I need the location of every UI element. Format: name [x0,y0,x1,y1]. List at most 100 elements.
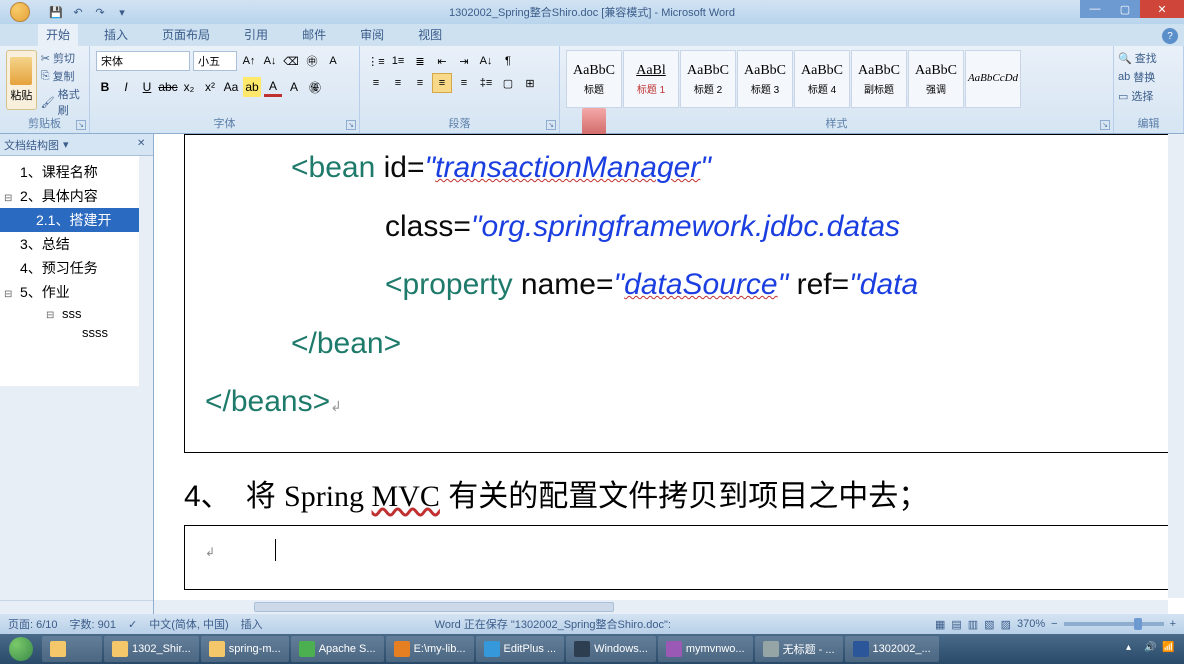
char-shading-button[interactable]: A [285,77,303,97]
taskbar-item[interactable]: Apache S... [291,636,384,662]
collapse-icon[interactable]: ⊟ [46,310,58,321]
help-icon[interactable]: ? [1162,28,1178,44]
view-draft-icon[interactable]: ▨ [1001,618,1011,631]
char-border-icon[interactable]: A [324,51,342,71]
font-launcher[interactable]: ↘ [346,120,356,130]
align-center-button[interactable]: ≡ [388,73,408,93]
taskbar-item[interactable]: 1302002_... [845,636,939,662]
nav-item[interactable]: 3、总结 [0,232,153,256]
line-spacing-button[interactable]: ‡≡ [476,73,496,93]
multilevel-button[interactable]: ≣ [410,51,430,71]
style-item[interactable]: AaBbC副标题 [851,50,907,108]
sort-button[interactable]: A↓ [476,51,496,71]
office-button[interactable] [2,0,40,24]
find-button[interactable]: 🔍查找 [1118,50,1179,66]
style-item[interactable]: AaBbC标题 2 [680,50,736,108]
collapse-icon[interactable]: ⊟ [4,289,16,300]
view-print-layout-icon[interactable]: ▦ [935,618,945,631]
doc-hscrollbar[interactable] [154,600,1168,614]
nav-item[interactable]: ⊟5、作业 [0,280,153,304]
bullets-button[interactable]: ⋮≡ [366,51,386,71]
nav-close-button[interactable]: ✕ [137,138,149,150]
superscript-button[interactable]: x² [201,77,219,97]
styles-gallery[interactable]: AaBbC标题 AaBl标题 1 AaBbC标题 2 AaBbC标题 3 AaB… [566,50,1021,108]
inc-indent-button[interactable]: ⇥ [454,51,474,71]
qat-customize-icon[interactable]: ▾ [114,4,130,20]
nav-vscrollbar[interactable] [139,156,153,386]
align-left-button[interactable]: ≡ [366,73,386,93]
view-outline-icon[interactable]: ▧ [984,618,994,631]
font-name-input[interactable] [96,51,190,71]
taskbar-item[interactable]: EditPlus ... [476,636,565,662]
tab-insert[interactable]: 插入 [96,23,136,46]
view-reading-icon[interactable]: ▤ [951,618,961,631]
code-block-empty[interactable]: ↲ [184,525,1184,590]
numbering-button[interactable]: 1≡ [388,51,408,71]
italic-button[interactable]: I [117,77,135,97]
change-case-button[interactable]: Aa [222,77,240,97]
taskbar-item[interactable]: 1302_Shir... [104,636,199,662]
insert-mode[interactable]: 插入 [241,616,263,632]
phonetic-icon[interactable]: ㊥ [303,51,321,71]
page-status[interactable]: 页面: 6/10 [8,616,58,632]
start-button[interactable] [2,635,40,663]
cut-button[interactable]: ✂剪切 [41,50,83,66]
styles-launcher[interactable]: ↘ [1100,120,1110,130]
underline-button[interactable]: U [138,77,156,97]
nav-item[interactable]: 2.1、搭建开 [0,208,153,232]
code-block[interactable]: <bean id="transactionManager" class="org… [184,134,1184,453]
style-item[interactable]: AaBbC标题 4 [794,50,850,108]
maximize-button[interactable]: ▢ [1110,0,1140,18]
nav-item[interactable]: 1、课程名称 [0,160,153,184]
language-status[interactable]: 中文(简体, 中国) [149,616,228,632]
tab-layout[interactable]: 页面布局 [154,23,218,46]
distribute-button[interactable]: ≡ [454,73,474,93]
highlight-button[interactable]: ab [243,77,261,97]
format-painter-button[interactable]: 🖌格式刷 [41,86,83,118]
hscroll-thumb[interactable] [254,602,614,612]
nav-item[interactable]: ⊟2、具体内容 [0,184,153,208]
heading-4[interactable]: 4、 将 Spring MVC 有关的配置文件拷贝到项目之中去； [184,465,1184,525]
nav-item[interactable]: ⊟sss [0,304,153,323]
close-button[interactable]: ✕ [1140,0,1184,18]
dec-indent-button[interactable]: ⇤ [432,51,452,71]
shrink-font-icon[interactable]: A↓ [261,51,279,71]
zoom-slider-thumb[interactable] [1134,618,1142,630]
tab-home[interactable]: 开始 [38,23,78,46]
tab-review[interactable]: 审阅 [352,23,392,46]
word-count[interactable]: 字数: 901 [70,616,116,632]
bold-button[interactable]: B [96,77,114,97]
taskbar-item[interactable]: Windows... [566,636,656,662]
align-right-button[interactable]: ≡ [410,73,430,93]
style-item[interactable]: AaBl标题 1 [623,50,679,108]
subscript-button[interactable]: x₂ [180,77,198,97]
spell-check-icon[interactable]: ✓ [128,618,137,631]
tray-network-icon[interactable]: 🔊 [1144,642,1158,656]
taskbar-item[interactable]: E:\my-lib... [386,636,474,662]
grow-font-icon[interactable]: A↑ [240,51,258,71]
shading-button[interactable]: ▢ [498,73,518,93]
strike-button[interactable]: abc [159,77,177,97]
nav-dropdown-icon[interactable]: ▾ [63,138,69,151]
minimize-button[interactable]: — [1080,0,1110,18]
tray-volume-icon[interactable]: 📶 [1162,642,1176,656]
enclose-char-button[interactable]: ㊝ [306,77,324,97]
style-item[interactable]: AaBbC标题 3 [737,50,793,108]
undo-icon[interactable]: ↶ [70,4,86,20]
nav-hscrollbar[interactable] [0,600,153,614]
font-size-input[interactable] [193,51,237,71]
zoom-out-button[interactable]: − [1051,618,1057,630]
zoom-level[interactable]: 370% [1017,618,1045,630]
style-item[interactable]: AaBbC强调 [908,50,964,108]
zoom-slider[interactable] [1064,622,1164,626]
borders-button[interactable]: ⊞ [520,73,540,93]
redo-icon[interactable]: ↷ [92,4,108,20]
replace-button[interactable]: ab替换 [1118,69,1179,85]
nav-item[interactable]: ssss [0,323,153,342]
taskbar-item[interactable]: 无标题 - ... [755,636,843,662]
copy-button[interactable]: ⎘复制 [41,68,83,84]
collapse-icon[interactable]: ⊟ [4,193,16,204]
align-justify-button[interactable]: ≡ [432,73,452,93]
view-web-icon[interactable]: ▥ [968,618,978,631]
font-color-button[interactable]: A [264,77,282,97]
